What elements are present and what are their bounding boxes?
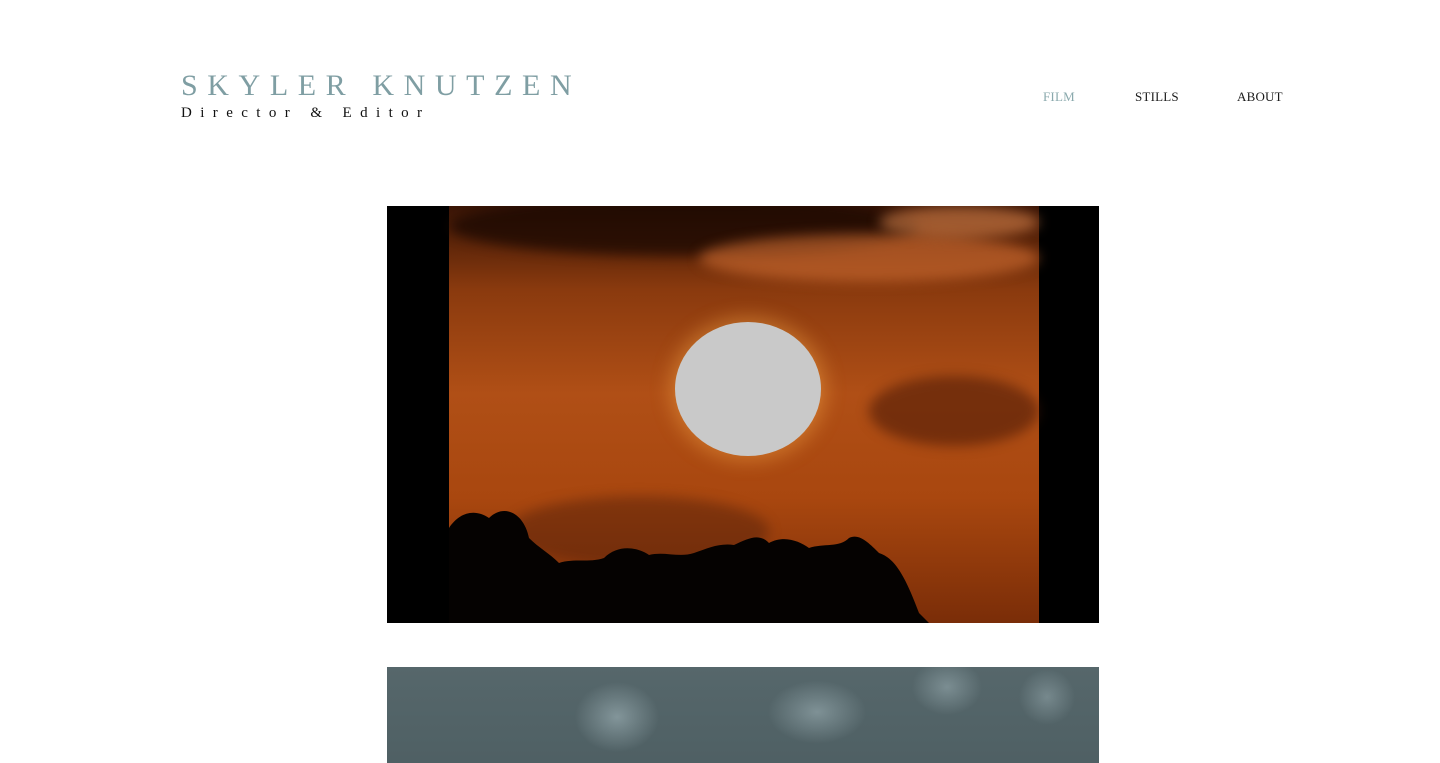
main-nav: FILM STILLS ABOUT <box>0 89 1440 109</box>
video-thumbnail[interactable] <box>387 667 1099 763</box>
cloud <box>699 234 1039 282</box>
nav-item-film[interactable]: FILM <box>1043 89 1075 105</box>
tree-silhouette <box>449 510 929 623</box>
video-frame <box>387 667 1099 763</box>
sun <box>675 322 821 456</box>
sunset-frame <box>449 206 1039 623</box>
cloud <box>879 206 1039 238</box>
nav-item-about[interactable]: ABOUT <box>1237 89 1283 105</box>
cloud <box>869 376 1039 446</box>
video-thumbnail[interactable] <box>387 206 1099 623</box>
nav-item-stills[interactable]: STILLS <box>1135 89 1179 105</box>
site-header: SKYLER KNUTZEN Director & Editor FILM ST… <box>0 0 1440 160</box>
